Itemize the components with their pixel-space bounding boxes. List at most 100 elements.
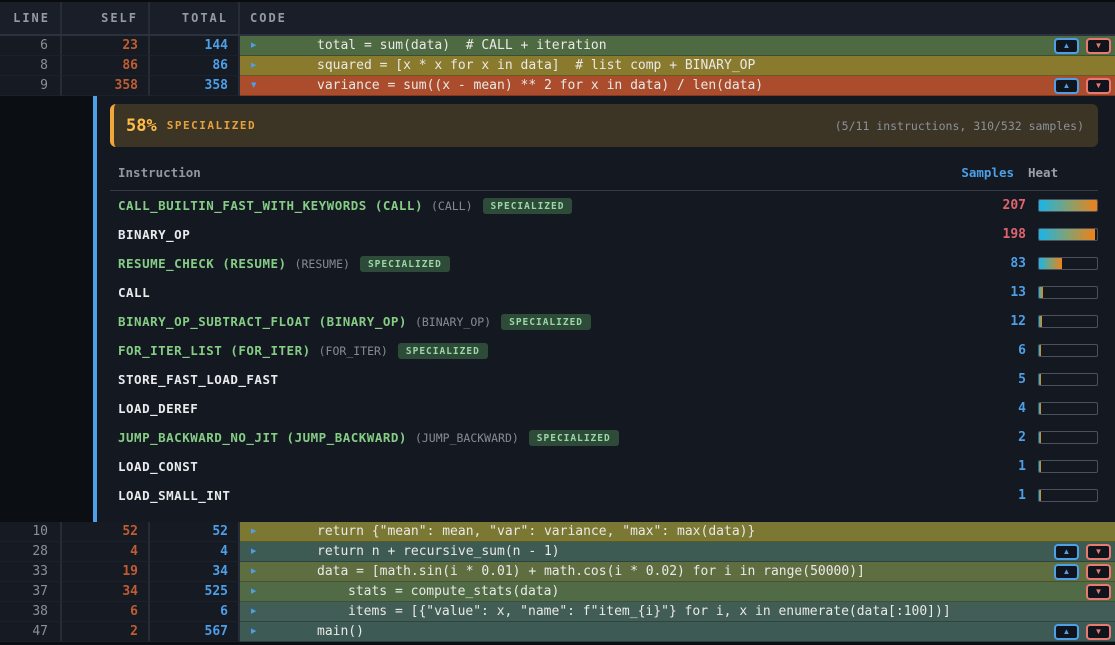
instruction-row: CALL 13 xyxy=(110,278,1098,307)
heat-bar xyxy=(1038,228,1098,241)
self-count: 358 xyxy=(62,76,150,96)
expand-arrow-icon[interactable]: ▶ xyxy=(251,567,256,576)
line-number: 8 xyxy=(0,56,62,76)
code-cell[interactable]: ▶ stats = compute_stats(data) ▼ xyxy=(240,582,1115,602)
header-instruction: Instruction xyxy=(110,165,201,180)
self-count: 2 xyxy=(62,622,150,642)
move-down-button[interactable]: ▼ xyxy=(1086,624,1111,640)
move-down-button[interactable]: ▼ xyxy=(1086,584,1111,600)
expand-arrow-icon[interactable]: ▶ xyxy=(251,607,256,616)
instruction-row: LOAD_DEREF 4 xyxy=(110,394,1098,423)
expand-arrow-icon[interactable]: ▶ xyxy=(251,547,256,556)
move-down-button[interactable]: ▼ xyxy=(1086,38,1111,54)
self-count: 34 xyxy=(62,582,150,602)
sample-count: 4 xyxy=(1018,401,1026,416)
move-down-button[interactable]: ▼ xyxy=(1086,78,1111,94)
source-code: squared = [x * x for x in data] # list c… xyxy=(240,58,755,73)
instruction-detail-panel: 58% SPECIALIZED (5/11 instructions, 310/… xyxy=(0,96,1115,522)
code-row: 9 358 358 ▼ variance = sum((x - mean) **… xyxy=(0,76,1115,96)
header-heat: Heat xyxy=(1026,165,1098,180)
move-up-button[interactable]: ▲ xyxy=(1054,564,1079,580)
expand-arrow-icon[interactable]: ▶ xyxy=(251,627,256,636)
code-row: 38 6 6 ▶ items = [{"value": x, "name": f… xyxy=(0,602,1115,622)
heat-bar xyxy=(1038,286,1098,299)
instruction-row: LOAD_SMALL_INT 1 xyxy=(110,481,1098,510)
specialized-badge: SPECIALIZED xyxy=(501,314,591,330)
expand-arrow-icon[interactable]: ▶ xyxy=(251,61,256,70)
code-row: 28 4 4 ▶ return n + recursive_sum(n - 1)… xyxy=(0,542,1115,562)
sample-count: 1 xyxy=(1018,459,1026,474)
code-row: 6 23 144 ▶ total = sum(data) # CALL + it… xyxy=(0,36,1115,56)
instruction-row: FOR_ITER_LIST (FOR_ITER) (FOR_ITER) SPEC… xyxy=(110,336,1098,365)
specialized-badge: SPECIALIZED xyxy=(398,343,488,359)
code-cell[interactable]: ▼ variance = sum((x - mean) ** 2 for x i… xyxy=(240,76,1115,96)
source-code: data = [math.sin(i * 0.01) + math.cos(i … xyxy=(240,564,865,579)
heat-bar xyxy=(1038,315,1098,328)
instruction-row: LOAD_CONST 1 xyxy=(110,452,1098,481)
total-count: 34 xyxy=(150,562,240,582)
expand-arrow-icon[interactable]: ▶ xyxy=(251,587,256,596)
line-number: 28 xyxy=(0,542,62,562)
move-up-button[interactable]: ▲ xyxy=(1054,78,1079,94)
instruction-row: BINARY_OP_SUBTRACT_FLOAT (BINARY_OP) (BI… xyxy=(110,307,1098,336)
source-code: main() xyxy=(240,624,364,639)
code-row: 33 19 34 ▶ data = [math.sin(i * 0.01) + … xyxy=(0,562,1115,582)
instruction-row: JUMP_BACKWARD_NO_JIT (JUMP_BACKWARD) (JU… xyxy=(110,423,1098,452)
instruction-name: BINARY_OP_SUBTRACT_FLOAT (BINARY_OP) xyxy=(110,314,407,329)
source-code: stats = compute_stats(data) xyxy=(240,584,559,599)
sample-count: 207 xyxy=(1003,198,1026,213)
move-down-button[interactable]: ▼ xyxy=(1086,544,1111,560)
code-cell[interactable]: ▶ data = [math.sin(i * 0.01) + math.cos(… xyxy=(240,562,1115,582)
instruction-name: RESUME_CHECK (RESUME) xyxy=(110,256,287,271)
instruction-table-header: Instruction Samples Heat xyxy=(110,163,1098,191)
total-count: 52 xyxy=(150,522,240,542)
sample-count: 83 xyxy=(1010,256,1026,271)
code-row: 10 52 52 ▶ return {"mean": mean, "var": … xyxy=(0,522,1115,542)
total-count: 144 xyxy=(150,36,240,56)
line-number: 6 xyxy=(0,36,62,56)
instruction-name: BINARY_OP xyxy=(110,227,190,242)
instruction-generic-name: (CALL) xyxy=(431,199,473,213)
sample-count: 12 xyxy=(1010,314,1026,329)
header-samples: Samples xyxy=(961,165,1014,180)
instruction-name: STORE_FAST_LOAD_FAST xyxy=(110,372,279,387)
move-down-button[interactable]: ▼ xyxy=(1086,564,1111,580)
panel-gutter xyxy=(0,96,93,522)
line-number: 37 xyxy=(0,582,62,602)
code-rows-above: 6 23 144 ▶ total = sum(data) # CALL + it… xyxy=(0,36,1115,96)
source-code: total = sum(data) # CALL + iteration xyxy=(240,38,607,53)
sample-count: 6 xyxy=(1018,343,1026,358)
collapse-arrow-icon[interactable]: ▼ xyxy=(251,81,256,90)
code-cell[interactable]: ▶ main() ▲ ▼ xyxy=(240,622,1115,642)
line-number: 47 xyxy=(0,622,62,642)
self-count: 23 xyxy=(62,36,150,56)
specialized-badge: SPECIALIZED xyxy=(483,198,573,214)
sample-count: 1 xyxy=(1018,488,1026,503)
instruction-name: FOR_ITER_LIST (FOR_ITER) xyxy=(110,343,311,358)
column-header-code: CODE xyxy=(240,2,1115,34)
move-up-button[interactable]: ▲ xyxy=(1054,624,1079,640)
specialized-badge: SPECIALIZED xyxy=(360,256,450,272)
expand-arrow-icon[interactable]: ▶ xyxy=(251,527,256,536)
instruction-name: CALL xyxy=(110,285,150,300)
total-count: 4 xyxy=(150,542,240,562)
source-code: return {"mean": mean, "var": variance, "… xyxy=(240,524,755,539)
code-cell[interactable]: ▶ squared = [x * x for x in data] # list… xyxy=(240,56,1115,76)
total-count: 358 xyxy=(150,76,240,96)
heat-bar xyxy=(1038,344,1098,357)
heat-bar xyxy=(1038,402,1098,415)
code-cell[interactable]: ▶ items = [{"value": x, "name": f"item_{… xyxy=(240,602,1115,622)
instruction-name: LOAD_SMALL_INT xyxy=(110,488,230,503)
code-cell[interactable]: ▶ return {"mean": mean, "var": variance,… xyxy=(240,522,1115,542)
code-cell[interactable]: ▶ return n + recursive_sum(n - 1) ▲▼ xyxy=(240,542,1115,562)
expand-arrow-icon[interactable]: ▶ xyxy=(251,41,256,50)
heat-bar xyxy=(1038,199,1098,212)
code-cell[interactable]: ▶ total = sum(data) # CALL + iteration ▲… xyxy=(240,36,1115,56)
move-up-button[interactable]: ▲ xyxy=(1054,544,1079,560)
move-up-button[interactable]: ▲ xyxy=(1054,38,1079,54)
line-number: 10 xyxy=(0,522,62,542)
line-number: 9 xyxy=(0,76,62,96)
total-count: 567 xyxy=(150,622,240,642)
total-count: 525 xyxy=(150,582,240,602)
instruction-generic-name: (JUMP_BACKWARD) xyxy=(415,431,519,445)
